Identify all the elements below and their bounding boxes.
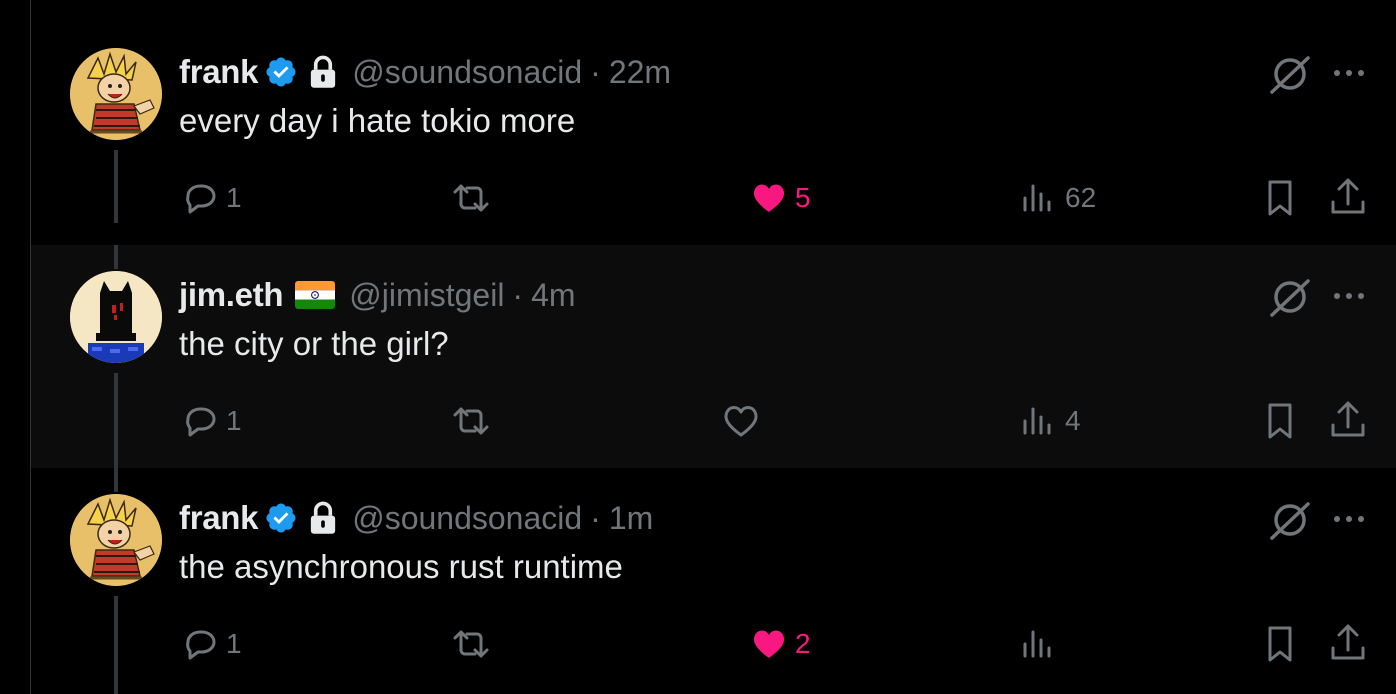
verified-icon (264, 501, 298, 535)
author-name[interactable]: jim.eth (179, 276, 284, 314)
more-icon[interactable] (1329, 506, 1369, 532)
share-icon[interactable] (1327, 176, 1369, 218)
share-icon[interactable] (1327, 622, 1369, 664)
views-icon (1019, 401, 1059, 441)
author-name[interactable]: frank (179, 53, 259, 91)
author-handle[interactable]: @soundsonacid (352, 500, 582, 537)
thread-line (114, 596, 118, 694)
retweet-button[interactable] (449, 399, 499, 443)
reply-button[interactable]: 1 (180, 622, 242, 666)
tweet-header: frank @soundsonacid · 22m (179, 52, 671, 92)
like-button[interactable]: 5 (749, 176, 811, 220)
like-icon (749, 178, 789, 218)
tweet[interactable]: jim.eth @jimistgeil · 4m the city or the… (31, 245, 1396, 468)
lock-icon (308, 55, 338, 89)
grok-icon[interactable] (1268, 498, 1312, 542)
retweet-icon (449, 624, 493, 664)
separator: · (512, 276, 524, 313)
view-count: 62 (1065, 182, 1097, 213)
author-handle[interactable]: @soundsonacid (352, 54, 582, 91)
views-icon (1019, 178, 1059, 218)
thread-line (114, 150, 118, 223)
bookmark-icon[interactable] (1260, 401, 1300, 441)
more-icon[interactable] (1329, 283, 1369, 309)
views-button[interactable]: 62 (1019, 176, 1096, 220)
tweet[interactable]: frank @soundsonacid · 22m every day i ha… (31, 0, 1396, 223)
tweet[interactable]: frank @soundsonacid · 1m the asynchronou… (31, 468, 1396, 694)
reply-count: 1 (226, 405, 242, 436)
verified-icon (264, 55, 298, 89)
reply-count: 1 (226, 182, 242, 213)
like-icon (721, 401, 761, 441)
retweet-icon (449, 401, 493, 441)
reply-button[interactable]: 1 (180, 399, 242, 443)
reply-button[interactable]: 1 (180, 176, 242, 220)
timestamp[interactable]: 4m (531, 277, 575, 314)
like-count: 2 (795, 628, 811, 659)
avatar[interactable] (70, 494, 162, 586)
tweet-text: the asynchronous rust runtime (179, 548, 623, 585)
separator: · (590, 53, 601, 90)
view-count: 4 (1065, 405, 1081, 436)
grok-icon[interactable] (1268, 275, 1312, 319)
thread-line (114, 373, 118, 468)
thread-line (114, 245, 118, 269)
timestamp[interactable]: 22m (609, 54, 671, 91)
reply-count: 1 (226, 628, 242, 659)
author-handle[interactable]: @jimistgeil (349, 277, 504, 314)
thread-line (114, 468, 118, 492)
bookmark-icon[interactable] (1260, 624, 1300, 664)
tweet-header: jim.eth @jimistgeil · 4m (179, 275, 576, 315)
views-button[interactable] (1019, 622, 1065, 666)
avatar[interactable] (70, 48, 162, 140)
like-button[interactable]: 2 (749, 622, 811, 666)
avatar[interactable] (70, 271, 162, 363)
india-flag-icon (295, 281, 336, 309)
calvin-avatar-icon (70, 494, 162, 586)
author-name[interactable]: frank (179, 499, 259, 537)
reply-icon (180, 178, 220, 218)
lock-icon (308, 501, 338, 535)
bookmark-icon[interactable] (1260, 178, 1300, 218)
like-button[interactable] (721, 399, 767, 443)
retweet-button[interactable] (449, 622, 499, 666)
like-count: 5 (795, 182, 811, 213)
tweet-text: the city or the girl? (179, 325, 449, 362)
calvin-avatar-icon (70, 48, 162, 140)
more-icon[interactable] (1329, 60, 1369, 86)
tweet-header: frank @soundsonacid · 1m (179, 498, 653, 538)
like-icon (749, 624, 789, 664)
share-icon[interactable] (1327, 399, 1369, 441)
retweet-icon (449, 178, 493, 218)
reply-icon (180, 624, 220, 664)
grok-icon[interactable] (1268, 52, 1312, 96)
timestamp[interactable]: 1m (609, 500, 653, 537)
separator: · (590, 499, 601, 536)
views-button[interactable]: 4 (1019, 399, 1081, 443)
pixel-cat-avatar-icon (70, 271, 162, 363)
tweet-text: every day i hate tokio more (179, 102, 576, 139)
views-icon (1019, 624, 1059, 664)
retweet-button[interactable] (449, 176, 499, 220)
reply-icon (180, 401, 220, 441)
